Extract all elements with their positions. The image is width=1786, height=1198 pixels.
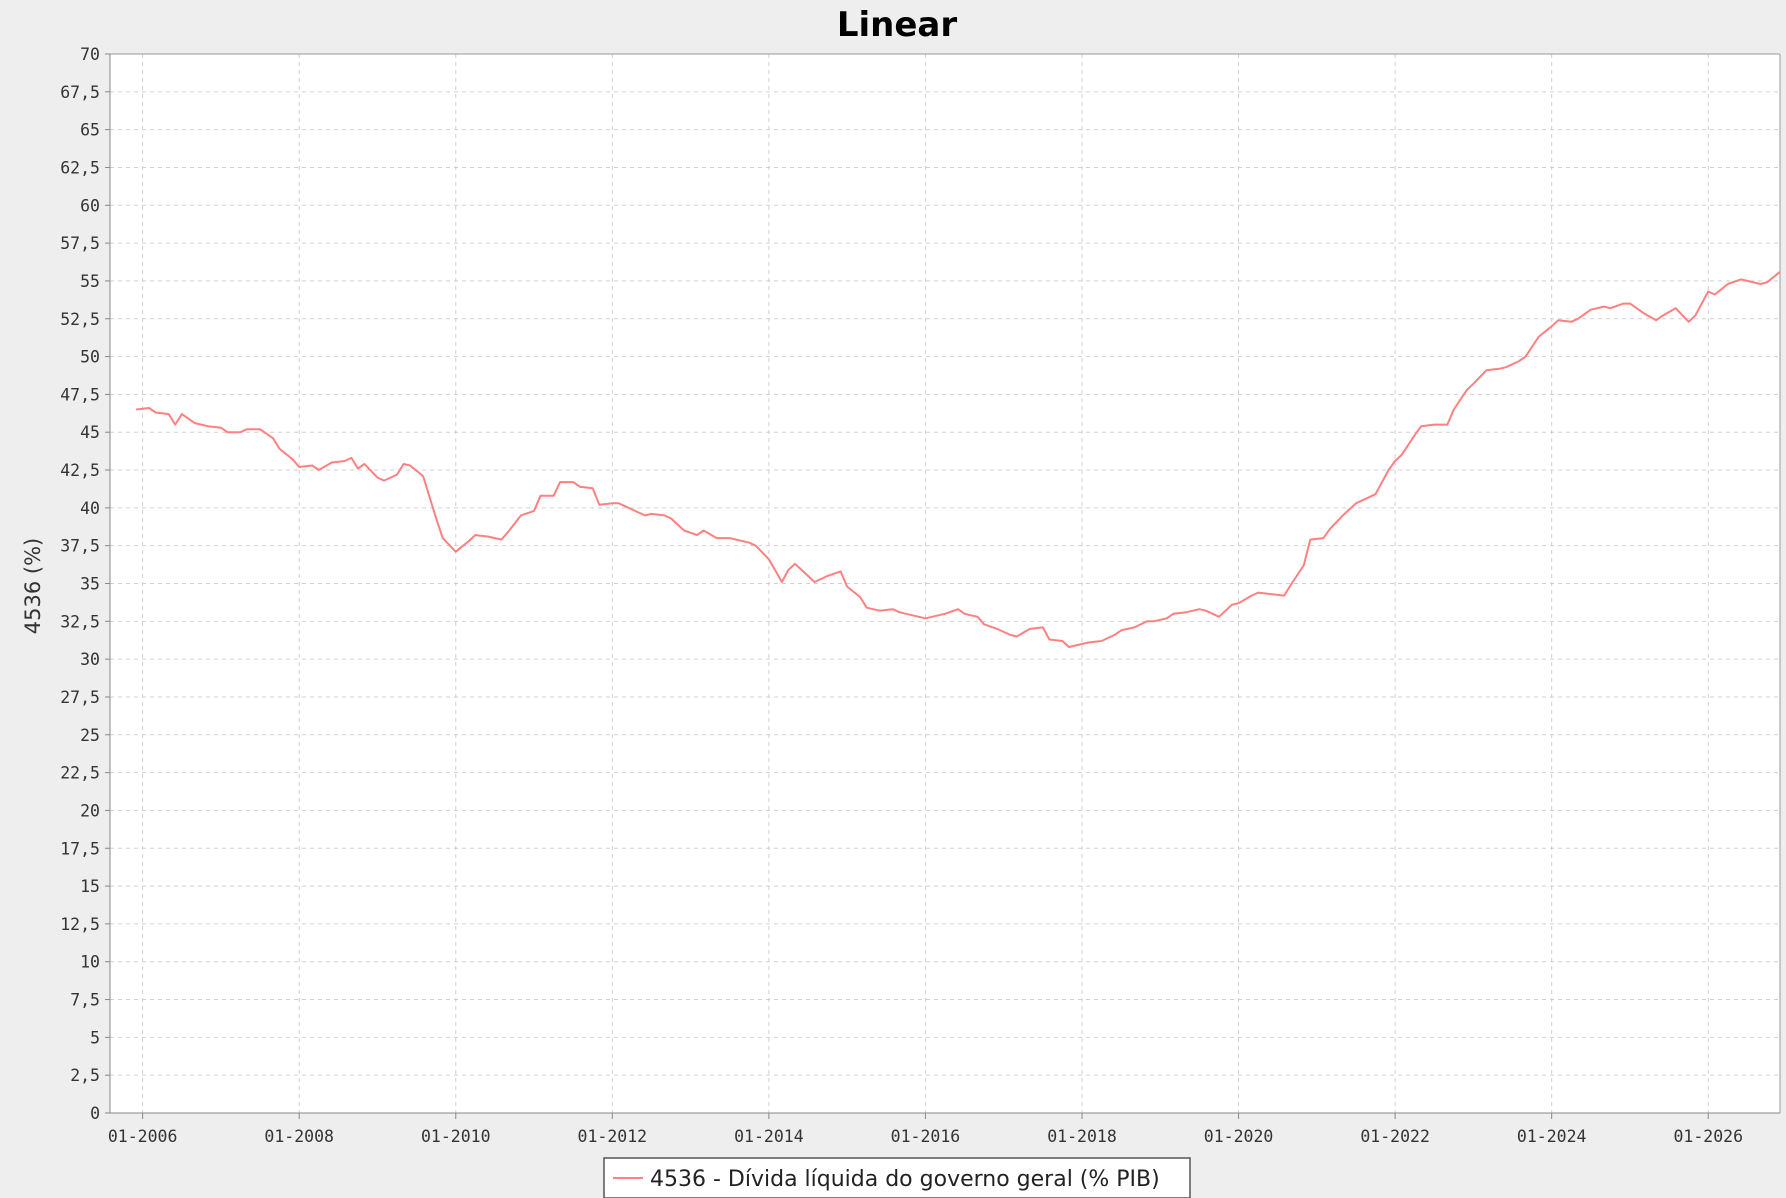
y-tick-label: 62,5 [60, 158, 100, 177]
y-tick-label: 2,5 [70, 1066, 100, 1085]
x-tick-label: 01-2024 [1517, 1127, 1587, 1146]
y-tick-label: 57,5 [60, 234, 100, 253]
y-tick-label: 32,5 [60, 612, 100, 631]
y-tick-label: 17,5 [60, 839, 100, 858]
y-tick-label: 15 [80, 877, 100, 896]
x-tick-label: 01-2016 [891, 1127, 961, 1146]
y-tick-label: 7,5 [70, 991, 100, 1010]
x-tick-label: 01-2014 [734, 1127, 804, 1146]
legend-label: 4536 - Dívida líquida do governo geral (… [650, 1167, 1160, 1192]
y-tick-label: 55 [80, 272, 100, 291]
y-tick-label: 45 [80, 423, 100, 442]
y-tick-label: 47,5 [60, 385, 100, 404]
y-tick-label: 42,5 [60, 461, 100, 480]
chart: 02,557,51012,51517,52022,52527,53032,535… [21, 5, 1781, 1198]
y-tick-label: 37,5 [60, 537, 100, 556]
x-tick-label: 01-2022 [1360, 1127, 1430, 1146]
y-tick-label: 52,5 [60, 310, 100, 329]
x-tick-label: 01-2006 [108, 1127, 178, 1146]
x-tick-label: 01-2018 [1047, 1127, 1117, 1146]
chart-title: Linear [837, 5, 958, 45]
y-tick-label: 22,5 [60, 764, 100, 783]
y-tick-label: 25 [80, 726, 100, 745]
y-tick-label: 50 [80, 348, 100, 367]
y-tick-label: 10 [80, 953, 100, 972]
y-tick-label: 12,5 [60, 915, 100, 934]
y-tick-label: 60 [80, 196, 100, 215]
legend: 4536 - Dívida líquida do governo geral (… [603, 1157, 1191, 1198]
y-tick-label: 30 [80, 650, 100, 669]
y-tick-label: 65 [80, 121, 100, 140]
x-tick-label: 01-2026 [1673, 1127, 1743, 1146]
y-axis-label: 4536 (%) [21, 538, 45, 634]
x-tick-label: 01-2012 [578, 1127, 648, 1146]
y-tick-label: 35 [80, 575, 100, 594]
x-tick-label: 01-2008 [264, 1127, 334, 1146]
y-tick-label: 0 [90, 1104, 100, 1123]
y-tick-label: 70 [80, 45, 100, 64]
x-tick-label: 01-2010 [421, 1127, 491, 1146]
y-tick-label: 27,5 [60, 688, 100, 707]
x-tick-label: 01-2020 [1204, 1127, 1274, 1146]
y-tick-label: 5 [90, 1028, 100, 1047]
y-tick-label: 40 [80, 499, 100, 518]
y-tick-label: 20 [80, 801, 100, 820]
y-tick-label: 67,5 [60, 83, 100, 102]
